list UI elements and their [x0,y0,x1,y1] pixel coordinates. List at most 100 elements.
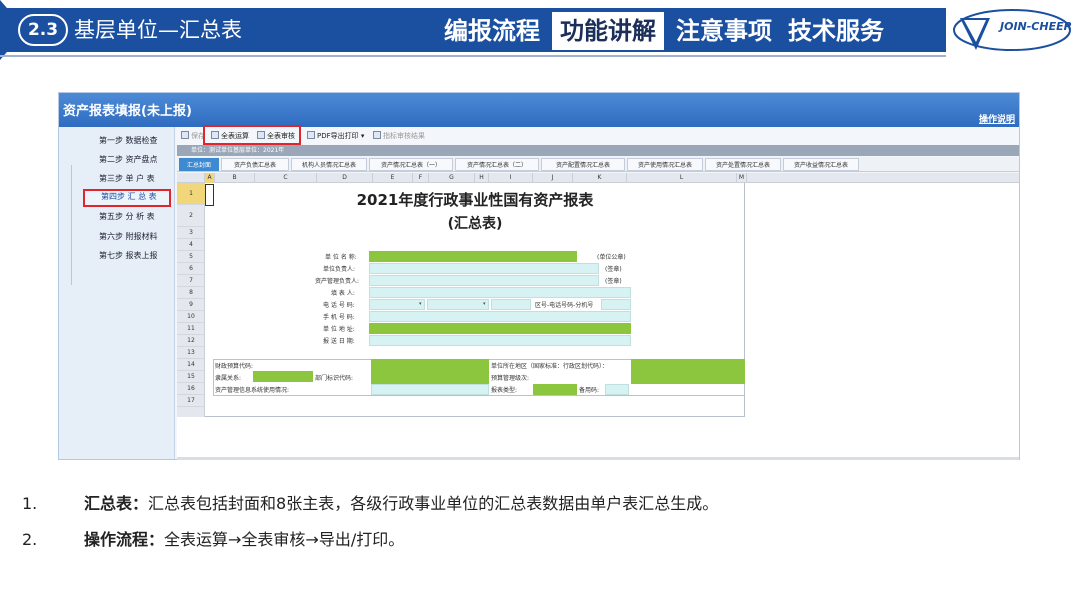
app-window: 资产报表填报(未上报) 操作说明 第一步 数据检查 第二步 资产盘点 第三步 单… [58,92,1020,460]
tab-staff-summary[interactable]: 机构人员情况汇总表 [291,158,367,171]
column-label[interactable]: M [737,173,747,183]
header-tab-features[interactable]: 功能讲解 [552,12,664,50]
row-number[interactable]: 1 [177,183,205,205]
column-label[interactable]: G [429,173,475,183]
row-number[interactable]: 9 [177,299,205,311]
address-field[interactable] [369,323,631,334]
sidebar-item-single-table[interactable]: 第三步 单 户 表 [83,171,171,187]
budget-level-label: 预算管理级次: [491,375,530,382]
row-number[interactable]: 7 [177,275,205,287]
sidebar-item-asset-count[interactable]: 第二步 资产盘点 [83,152,171,168]
extension-field[interactable] [491,299,531,310]
header-tab-process[interactable]: 编报流程 [436,12,548,50]
tab-summary-cover[interactable]: 汇总封面 [179,158,219,171]
affiliation-label: 隶属关系: [215,375,242,382]
row-number[interactable]: 6 [177,263,205,275]
column-label[interactable]: A [205,173,215,183]
row-number[interactable]: 3 [177,227,205,239]
save-button[interactable]: 保存 [181,131,205,141]
logo-text: JOIN-CHEER [1000,20,1073,33]
affiliation-field[interactable] [253,371,313,382]
phone-format-note: 区号-电话号码-分机号 [535,302,594,309]
row-number[interactable]: 12 [177,335,205,347]
row-number[interactable]: 14 [177,359,205,371]
horizontal-scrollbar[interactable] [177,457,1019,460]
tab-asset-summary-2[interactable]: 资产情况汇总表（二） [455,158,539,171]
fiscal-code-field[interactable] [371,359,489,384]
column-label[interactable]: D [317,173,373,183]
note-1: 1. 汇总表：汇总表包括封面和8张主表，各级行政事业单位的汇总表数据由单户表汇总生… [22,492,718,516]
unit-name-field[interactable] [369,251,577,262]
help-link[interactable]: 操作说明 [979,112,1015,125]
asset-manager-field[interactable] [369,275,599,286]
highlight-box-toolbar [203,125,301,145]
info-system-label: 资产管理信息系统使用情况: [215,387,290,394]
report-type-field[interactable] [533,384,577,395]
row-number[interactable]: 5 [177,251,205,263]
column-label[interactable]: I [489,173,533,183]
tab-usage-summary[interactable]: 资产使用情况汇总表 [627,158,703,171]
sidebar-item-analysis-table[interactable]: 第五步 分 析 表 [83,209,171,225]
note-number: 2. [22,530,38,549]
row-number[interactable]: 13 [177,347,205,359]
column-label[interactable]: K [573,173,627,183]
pdf-icon [307,131,315,139]
note-text: 全表运算→全表审核→导出/打印。 [164,530,405,549]
sidebar-item-data-check[interactable]: 第一步 数据检查 [83,133,171,149]
header-tab-notes[interactable]: 注意事项 [668,12,780,50]
column-label[interactable]: E [373,173,413,183]
report-date-field[interactable] [369,335,631,346]
row-number[interactable]: 8 [177,287,205,299]
note-title: 操作流程： [84,530,165,549]
row-number[interactable]: 2 [177,205,205,227]
asset-manager-label: 资产管理负责人: [315,278,360,285]
sidebar-item-summary-table[interactable]: 第四步 汇 总 表 [83,189,171,207]
unit-seal-note: (单位公章) [597,254,626,261]
backup-code-field[interactable] [605,384,629,395]
save-icon [181,131,189,139]
backup-code-label: 备用码: [579,387,600,394]
fiscal-code-label: 财政预算代码: [215,363,254,370]
column-header: A B C D E F G H I J K L M [177,173,1019,183]
column-label[interactable]: J [533,173,573,183]
tab-balance-summary[interactable]: 资产负债汇总表 [221,158,289,171]
sheet-subtitle: (汇总表) [447,216,503,232]
report-date-label: 报 送 日 期: [323,338,355,345]
pdf-export-button[interactable]: PDF导出打印 ▾ [307,131,364,141]
column-label[interactable]: L [627,173,737,183]
column-label[interactable]: H [475,173,489,183]
filler-field[interactable] [369,287,631,298]
unit-head-field[interactable] [369,263,599,274]
phone-number-select[interactable] [427,299,489,310]
region-field[interactable] [631,359,745,384]
header-tabs: 编报流程 功能讲解 注意事项 技术服务 [436,12,892,50]
unit-head-sign-note: (签章) [605,266,622,273]
header-tab-support[interactable]: 技术服务 [780,12,892,50]
phone-extra-field[interactable] [601,299,631,310]
report-type-label: 报表类型: [491,387,518,394]
unit-name-label: 单 位 名 称: [325,254,357,261]
sheet-empty-area [745,183,1019,417]
tab-asset-summary-1[interactable]: 资产情况汇总表（一） [369,158,453,171]
row-number[interactable]: 17 [177,395,205,407]
column-label[interactable]: C [255,173,317,183]
slide-header: 2.3 基层单位—汇总表 编报流程 功能讲解 注意事项 技术服务 JOIN-CH… [0,0,1080,62]
row-number[interactable]: 15 [177,371,205,383]
note-2: 2. 操作流程：全表运算→全表审核→导出/打印。 [22,528,404,552]
sidebar-item-submit[interactable]: 第七步 报表上报 [83,248,171,264]
tab-allocation-summary[interactable]: 资产配置情况汇总表 [541,158,625,171]
row-number[interactable]: 11 [177,323,205,335]
tab-income-summary[interactable]: 资产收益情况汇总表 [783,158,859,171]
row-number[interactable]: 16 [177,383,205,395]
tab-disposal-summary[interactable]: 资产处置情况汇总表 [705,158,781,171]
info-system-field[interactable] [371,384,489,395]
mobile-field[interactable] [369,311,631,322]
row-number[interactable]: 10 [177,311,205,323]
view-audit-button[interactable]: 指标审核结果 [373,131,425,141]
column-label[interactable]: B [215,173,255,183]
row-number[interactable]: 4 [177,239,205,251]
column-label[interactable]: F [413,173,429,183]
sidebar-item-attachments[interactable]: 第六步 附报材料 [83,229,171,245]
area-code-select[interactable] [369,299,425,310]
summary-cover-sheet: 2021年度行政事业性国有资产报表 (汇总表) 单 位 名 称: (单位公章) … [205,183,745,417]
